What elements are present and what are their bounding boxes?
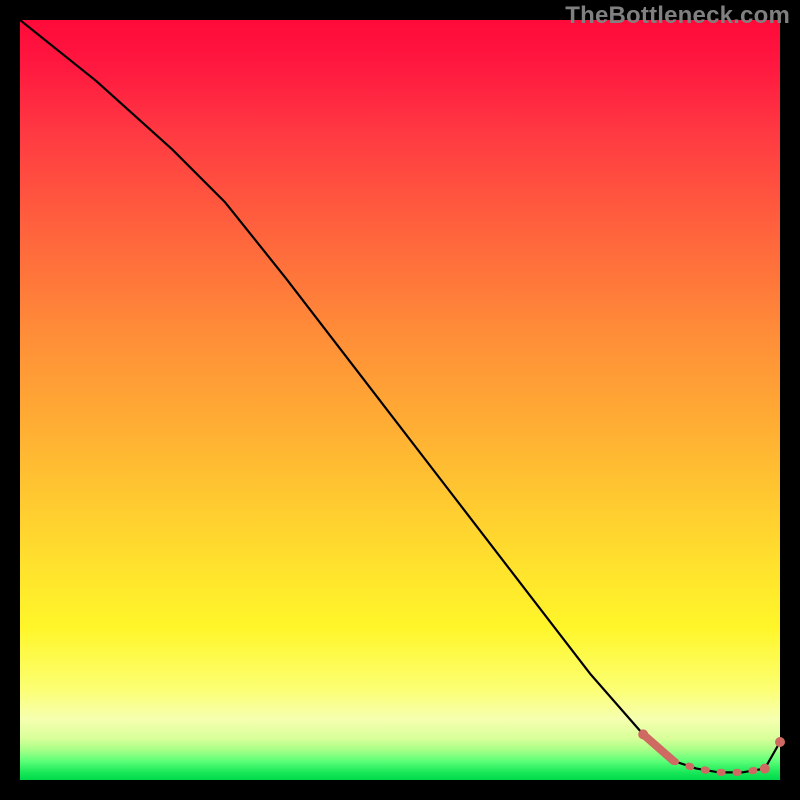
highlight-dot — [775, 737, 785, 747]
highlight-dot — [760, 764, 770, 774]
watermark-text: TheBottleneck.com — [565, 2, 790, 30]
highlight-dot — [638, 729, 648, 739]
bottleneck-curve — [20, 20, 780, 772]
chart-frame: TheBottleneck.com — [0, 0, 800, 800]
plot-area — [20, 20, 780, 780]
highlight-dotted — [674, 761, 765, 772]
highlight-thick — [643, 734, 673, 761]
chart-svg — [20, 20, 780, 780]
